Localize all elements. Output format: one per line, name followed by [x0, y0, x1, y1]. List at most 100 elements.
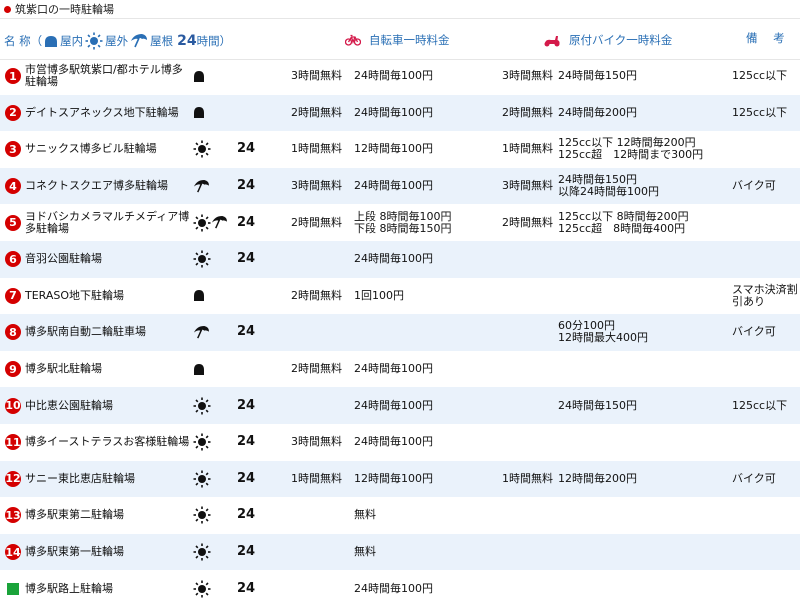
- remarks: バイク可: [732, 471, 776, 485]
- table-row: 12 サニー東比恵店駐輪場 24 1時間無料 12時間毎100円 1時間無料 12時間毎20…: [0, 460, 800, 498]
- moped-free-time: [502, 570, 558, 607]
- bicycle-free-time: 2時間無料: [291, 105, 342, 119]
- bicycle-fee: 24時間毎100円: [354, 581, 433, 595]
- table-header: 名 称（ 屋内 屋外 屋根 24 時間） 自転車一時料金 原付バイク一時料金 備…: [0, 18, 800, 60]
- open-24h-label: [237, 58, 267, 95]
- moped-fee: [558, 570, 728, 607]
- row-number-badge: 7: [5, 287, 21, 304]
- page-title: 筑紫口の一時駐輪場: [15, 3, 114, 16]
- row-number-badge: 3: [5, 141, 21, 158]
- moped-free-time: 3時間無料: [502, 179, 553, 193]
- remarks: [732, 534, 798, 571]
- bicycle-fee: 12時間毎100円: [354, 471, 433, 485]
- outdoor-icon: [193, 543, 211, 561]
- facility-type-icons: [193, 314, 233, 351]
- moped-fee: 125cc以下 12時間毎200円 125cc超 12時間まで300円: [558, 136, 704, 162]
- parking-table: 1 市営博多駅筑紫口/都ホテル博多駐輪場 3時間無料 24時間毎100円 3時間無料 24…: [0, 58, 800, 607]
- moped-fee: 24時間毎150円: [558, 69, 637, 83]
- bicycle-free-time: 1時間無料: [291, 142, 342, 156]
- row-number-badge: 2: [5, 104, 21, 121]
- roof-icon: [130, 33, 148, 49]
- outdoor-icon: [85, 32, 103, 50]
- parking-name: 博多駅東第二駐輪場: [25, 508, 124, 522]
- row-number-badge: 12: [5, 470, 21, 487]
- header-outdoor-label: 屋外: [105, 34, 129, 48]
- bicycle-free-time: 2時間無料: [291, 215, 342, 229]
- facility-type-icons: [193, 131, 233, 168]
- facility-type-icons: [193, 204, 233, 241]
- moped-free-time: [502, 497, 558, 534]
- parking-name: 中比恵公園駐輪場: [25, 398, 113, 412]
- row-number-badge: 10: [5, 397, 21, 414]
- moped-fee: [558, 534, 728, 571]
- open-24h-label: 24: [237, 397, 256, 413]
- moped-fee: 125cc以下 8時間毎200円 125cc超 8時間毎400円: [558, 209, 689, 235]
- row-number-badge: 13: [5, 507, 21, 524]
- open-24h-label: 24: [237, 434, 256, 450]
- bicycle-free-time: 3時間無料: [291, 435, 342, 449]
- header-24h-label: 24: [177, 33, 197, 49]
- moped-free-time: [502, 241, 558, 278]
- facility-type-icons: [193, 461, 233, 498]
- remarks: 125cc以下: [732, 69, 788, 83]
- page-title-bar: 筑紫口の一時駐輪場: [0, 0, 800, 18]
- bicycle-free-time: [291, 387, 351, 424]
- outdoor-icon: [193, 140, 211, 158]
- outdoor-icon: [193, 214, 211, 232]
- outdoor-icon: [193, 580, 211, 598]
- row-number-badge: 1: [5, 68, 21, 85]
- bicycle-fee: 24時間毎100円: [354, 252, 433, 266]
- facility-type-icons: [193, 168, 233, 205]
- table-row: 5 ヨドバシカメラマルチメディア博多駐輪場 24 2時間無料 上段 8時間毎100円 下…: [0, 204, 800, 241]
- header-note: 備 考: [746, 31, 791, 45]
- parking-name: TERASO地下駐輪場: [25, 288, 125, 302]
- moped-free-time: [502, 314, 558, 351]
- moped-fee: 24時間毎150円: [558, 398, 637, 412]
- remarks: バイク可: [732, 325, 776, 339]
- parking-name: 市営博多駅筑紫口/都ホテル博多駐輪場: [25, 63, 183, 89]
- open-24h-label: 24: [237, 470, 256, 486]
- header-indoor-label: 屋内: [60, 34, 84, 48]
- bicycle-fee: 24時間毎100円: [354, 179, 433, 193]
- moped-free-time: 3時間無料: [502, 69, 553, 83]
- remarks: スマホ決済割引あり: [732, 282, 798, 308]
- moped-free-time: [502, 424, 558, 461]
- bicycle-fee: 12時間毎100円: [354, 142, 433, 156]
- facility-type-icons: [193, 534, 233, 571]
- bicycle-free-time: 3時間無料: [291, 179, 342, 193]
- parking-name: ヨドバシカメラマルチメディア博多駐輪場: [25, 209, 190, 235]
- moped-free-time: [502, 278, 558, 315]
- moped-fee: [558, 497, 728, 534]
- moped-free-time: 2時間無料: [502, 105, 553, 119]
- bicycle-fee: 上段 8時間毎100円 下段 8時間毎150円: [354, 209, 452, 235]
- facility-type-icons: [193, 58, 233, 95]
- outdoor-icon: [193, 433, 211, 451]
- open-24h-label: 24: [237, 324, 256, 340]
- bicycle-fee: 24時間毎100円: [354, 362, 433, 376]
- parking-name: 博多駅路上駐輪場: [25, 581, 113, 595]
- remarks: [732, 497, 798, 534]
- header-name: 名 称（ 屋内 屋外 屋根 24 時間）: [4, 32, 231, 50]
- header-hours-label: 時間）: [196, 34, 232, 48]
- roof-icon: [211, 215, 228, 230]
- table-row: 博多駅路上駐輪場 24 24時間毎100円: [0, 570, 800, 607]
- table-row: 10 中比恵公園駐輪場 24 24時間毎100円 24時間毎150円 125cc以下: [0, 387, 800, 424]
- outdoor-icon: [193, 250, 211, 268]
- facility-type-icons: [193, 497, 233, 534]
- remarks: [732, 351, 798, 388]
- parking-name: サニックス博多ビル駐輪場: [25, 142, 157, 156]
- table-row: 2 デイトスアネックス地下駐輪場 2時間無料 24時間毎100円 2時間無料 24時間毎2…: [0, 94, 800, 132]
- remarks: 125cc以下: [732, 105, 788, 119]
- parking-name: 音羽公園駐輪場: [25, 252, 102, 266]
- moped-icon: [544, 35, 560, 46]
- open-24h-label: 24: [237, 580, 256, 596]
- bicycle-free-time: 2時間無料: [291, 362, 342, 376]
- facility-type-icons: [193, 424, 233, 461]
- remarks: [732, 131, 798, 168]
- bicycle-fee: [354, 314, 494, 351]
- row-number-badge: 6: [5, 251, 21, 268]
- facility-type-icons: [193, 351, 233, 388]
- row-number-badge: 8: [5, 324, 21, 341]
- header-moped-label: 原付バイク一時料金: [569, 33, 673, 47]
- bicycle-fee: 24時間毎100円: [354, 398, 433, 412]
